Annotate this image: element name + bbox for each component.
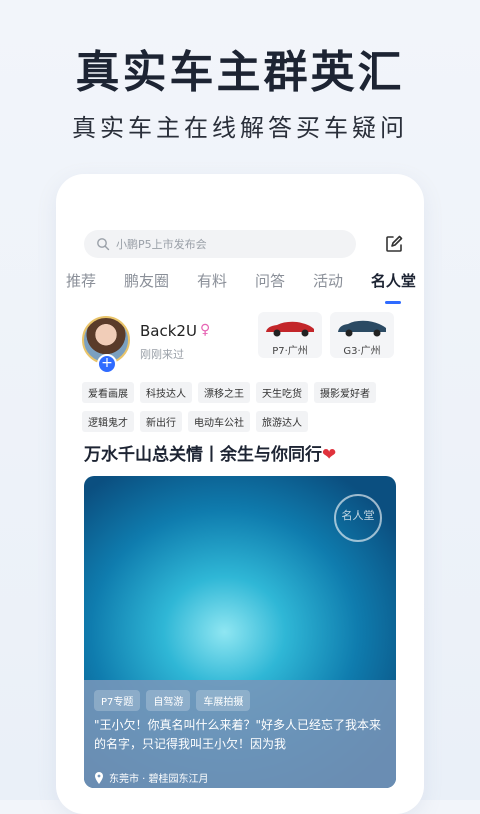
post-tag[interactable]: 自驾游	[146, 690, 191, 711]
tab-friends-circle[interactable]: 鹏友圈	[124, 270, 169, 300]
badge: 电动车公社	[188, 411, 250, 432]
car-p7-icon	[266, 321, 314, 337]
post-excerpt: "王小欠！你真名叫什么来着？"好多人已经忘了我本来的名字，只记得我叫王小欠！因为…	[94, 718, 382, 751]
badge: 摄影爱好者	[314, 382, 376, 403]
car-g3-label: G3·广州	[343, 346, 381, 357]
user-profile: + Back2U ♀ 刚刚来过 P7·广州 G3·广州	[82, 312, 412, 374]
post-tag[interactable]: P7专题	[94, 690, 141, 711]
badge: 逻辑鬼才	[82, 411, 134, 432]
female-gender-icon: ♀	[200, 322, 211, 338]
tab-recommend[interactable]: 推荐	[66, 270, 96, 300]
badge-row-2: 逻辑鬼才 新出行 电动车公社 旅游达人	[82, 411, 402, 432]
post-cover-image[interactable]: 名人堂 P7专题 自驾游 车展拍摄 "王小欠！你真名叫什么来着？"好多人已经忘了…	[84, 476, 396, 788]
post-location[interactable]: 东莞市 · 碧桂园东江月	[94, 770, 209, 785]
badge: 漂移之王	[198, 382, 250, 403]
search-row: 小鹏P5上市发布会	[84, 230, 404, 258]
car-g3-icon	[338, 320, 386, 337]
car-card-p7[interactable]: P7·广州	[258, 312, 322, 358]
car-card-g3[interactable]: G3·广州	[330, 312, 394, 358]
post-title-text: 万水千山总关情丨余生与你同行	[84, 445, 322, 465]
car-p7-label: P7·广州	[272, 346, 308, 357]
search-input[interactable]: 小鹏P5上市发布会	[84, 230, 356, 258]
post-info-overlay: P7专题 自驾游 车展拍摄 "王小欠！你真名叫什么来着？"好多人已经忘了我本来的…	[84, 680, 396, 788]
tab-qa[interactable]: 问答	[255, 270, 285, 300]
badge: 爱看画展	[82, 382, 134, 403]
post-tags: P7专题 自驾游 车展拍摄	[94, 690, 256, 711]
badge: 旅游达人	[256, 411, 308, 432]
location-pin-icon	[95, 771, 103, 784]
hall-of-fame-watermark: 名人堂	[334, 494, 382, 542]
badge: 天生吃货	[256, 382, 308, 403]
hero-title: 真实车主群英汇	[75, 47, 405, 98]
tab-bar: 推荐 鹏友圈 有料 问答 活动 名人堂	[66, 270, 416, 304]
badge-row-1: 爱看画展 科技达人 漂移之王 天生吃货 摄影爱好者	[82, 382, 402, 403]
post-tag[interactable]: 车展拍摄	[196, 690, 251, 711]
username[interactable]: Back2U	[140, 322, 197, 340]
app-screen-card: 小鹏P5上市发布会 推荐 鹏友圈 有料 问答 活动 名人堂 + Back2U ♀…	[56, 174, 424, 814]
badge: 新出行	[140, 411, 182, 432]
search-icon	[97, 238, 110, 251]
tab-hall-of-fame[interactable]: 名人堂	[371, 270, 416, 304]
heart-icon: ❤	[322, 445, 337, 465]
tab-featured[interactable]: 有料	[197, 270, 227, 300]
compose-icon[interactable]	[384, 234, 404, 254]
follow-plus-icon[interactable]: +	[97, 354, 117, 374]
badge: 科技达人	[140, 382, 192, 403]
hero-subtitle: 真实车主在线解答买车疑问	[72, 114, 408, 142]
location-text: 东莞市 · 碧桂园东江月	[109, 774, 209, 785]
post-title[interactable]: 万水千山总关情丨余生与你同行❤	[84, 440, 336, 465]
tab-events[interactable]: 活动	[313, 270, 343, 300]
user-badges: 爱看画展 科技达人 漂移之王 天生吃货 摄影爱好者 逻辑鬼才 新出行 电动车公社…	[82, 382, 402, 440]
last-seen-status: 刚刚来过	[140, 348, 184, 361]
search-placeholder: 小鹏P5上市发布会	[116, 238, 207, 251]
